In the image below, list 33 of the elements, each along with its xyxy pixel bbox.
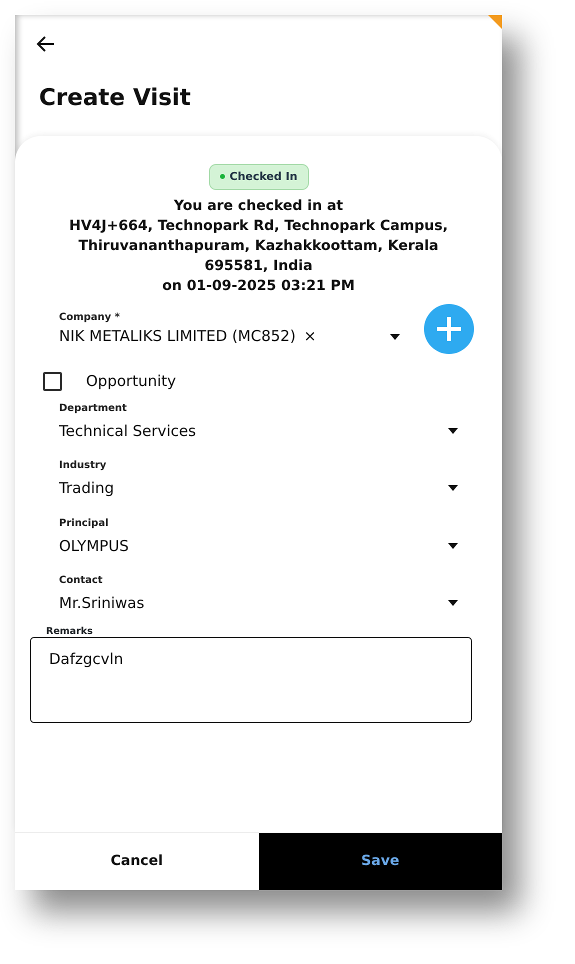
- checkbox[interactable]: [43, 372, 62, 391]
- plus-icon: [434, 314, 464, 344]
- dropdown-field[interactable]: Industry Trading: [43, 458, 474, 500]
- dropdown-caret-icon: [448, 600, 458, 606]
- dropdown-field[interactable]: Contact Mr.Sriniwas: [43, 573, 474, 614]
- dropdown-caret-icon: [390, 334, 400, 340]
- page-title: Create Visit: [39, 84, 192, 113]
- field-value: Trading: [59, 478, 114, 499]
- status-badge: Checked In: [208, 164, 308, 190]
- field-value: Mr.Sriniwas: [59, 593, 144, 614]
- field-value: Technical Services: [59, 420, 196, 442]
- field-label: Contact: [59, 574, 104, 588]
- field-label: Company *: [59, 311, 121, 326]
- save-button[interactable]: Save: [258, 833, 502, 890]
- dropdown-caret-icon: [448, 428, 458, 434]
- cancel-button[interactable]: Cancel: [15, 833, 258, 890]
- field-label: Principal: [59, 516, 110, 530]
- corner-marker: [488, 15, 502, 29]
- field-value: NIK METALIKS LIMITED (MC852): [59, 326, 296, 348]
- dropdown-field[interactable]: Principal OLYMPUS: [43, 516, 474, 557]
- dropdown-caret-icon: [448, 485, 458, 492]
- dropdown-field[interactable]: Department Technical Services: [43, 400, 474, 442]
- checkin-intro: You are checked in at: [172, 197, 344, 216]
- field-label: Industry: [59, 459, 108, 473]
- add-button[interactable]: [424, 304, 474, 354]
- clear-icon[interactable]: ×: [304, 325, 316, 348]
- remarks-field[interactable]: Dafzgcvln: [30, 636, 472, 722]
- field-value: OLYMPUS: [59, 536, 129, 556]
- dropdown-caret-icon: [448, 542, 458, 549]
- field-label: Department: [59, 402, 128, 416]
- checkin-time: on 01-09-2025 03:21 PM: [161, 277, 356, 296]
- company-select[interactable]: Company * NIK METALIKS LIMITED (MC852) ×: [43, 310, 424, 348]
- checkbox-label: Opportunity: [86, 371, 176, 392]
